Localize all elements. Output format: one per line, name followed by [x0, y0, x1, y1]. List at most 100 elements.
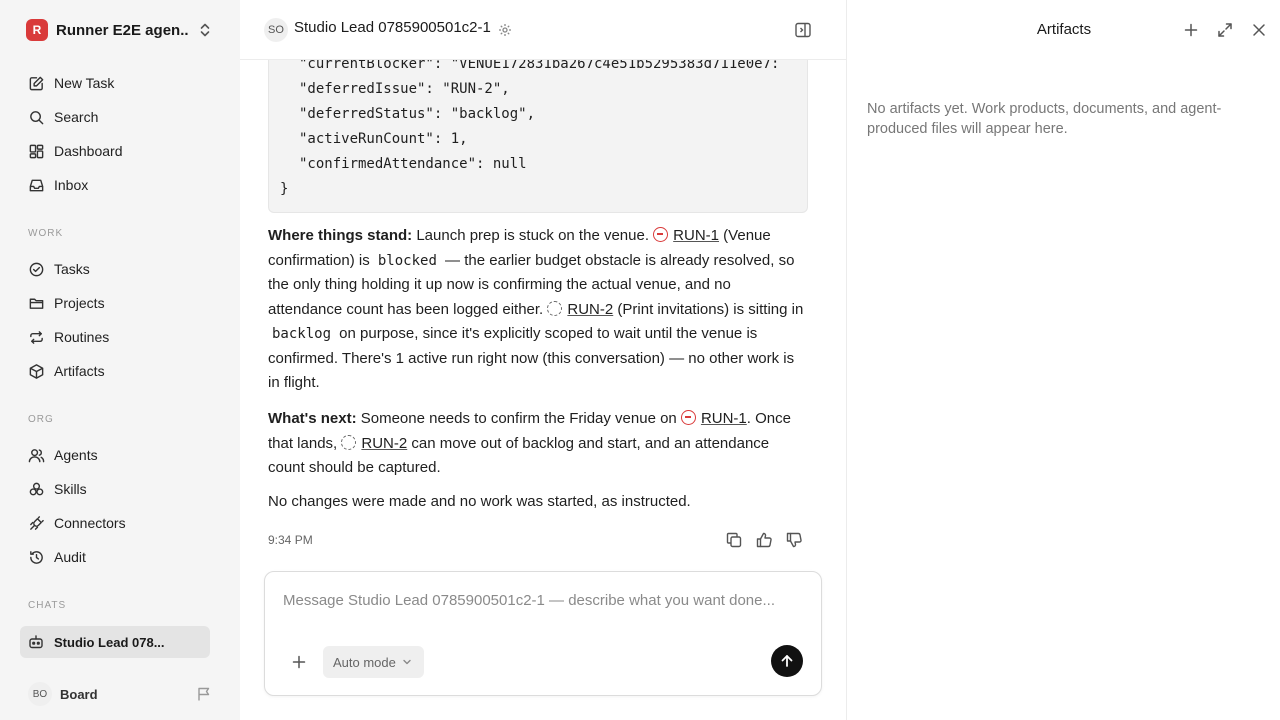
code-line: "activeRunCount": 1,	[299, 131, 468, 147]
plus-icon[interactable]	[289, 652, 309, 672]
run-2-link[interactable]: RUN-2	[567, 301, 613, 318]
chat-item-label: Studio Lead 078...	[54, 634, 165, 650]
toggle-panel-icon[interactable]	[794, 21, 812, 39]
chat-item[interactable]: Studio Lead 078...	[20, 626, 210, 658]
nav-item-agents[interactable]: Agents	[20, 438, 220, 472]
artifacts-panel: Artifacts No artifacts yet. Work product…	[846, 0, 1280, 720]
inline-code: blocked	[373, 252, 441, 269]
run-1-link[interactable]: RUN-1	[701, 410, 747, 427]
workspace-name: Runner E2E agen...	[56, 21, 188, 39]
nav-item-routines[interactable]: Routines	[20, 320, 220, 354]
code-line: "deferredStatus": "backlog",	[299, 106, 536, 122]
board-label: Board	[60, 686, 98, 702]
empty-state-text: No artifacts yet. Work products, documen…	[867, 101, 1222, 137]
blocked-status-icon	[680, 410, 696, 425]
thumbs-up-icon[interactable]	[755, 531, 773, 549]
chevron-up-down-icon	[200, 23, 210, 37]
skills-icon	[29, 482, 44, 495]
code-line: }	[280, 181, 289, 197]
check-circle-icon	[29, 262, 44, 276]
nav-label: Connectors	[54, 515, 126, 531]
nav-item-inbox[interactable]: Inbox	[20, 168, 220, 202]
nav-item-artifacts[interactable]: Artifacts	[20, 354, 220, 388]
message-paragraph: Where things stand: Launch prep is stuck…	[268, 224, 808, 396]
copy-icon[interactable]	[725, 531, 743, 549]
message-text: Someone needs to confirm the Friday venu…	[356, 410, 681, 427]
message-paragraph: No changes were made and no work was sta…	[268, 493, 691, 510]
board-footer[interactable]: BO Board	[20, 680, 220, 708]
history-icon	[30, 550, 43, 564]
sidebar: R Runner E2E agen... New Task Search Das…	[0, 0, 240, 720]
gear-icon[interactable]	[498, 23, 512, 37]
message-text: on purpose, since it's explicitly scoped…	[268, 325, 795, 391]
chat-header: SO Studio Lead 0785900501c2-1	[240, 0, 846, 60]
backlog-status-icon	[341, 434, 357, 450]
arrow-up-icon	[781, 655, 793, 667]
paragraph-heading: Where things stand:	[268, 227, 413, 244]
mode-dropdown[interactable]: Auto mode	[323, 646, 424, 678]
paragraph-heading: What's next:	[268, 410, 357, 427]
plug-icon	[30, 515, 44, 530]
nav-label: Dashboard	[54, 143, 123, 159]
chevron-down-icon	[403, 659, 411, 665]
nav-label: Projects	[54, 295, 105, 311]
users-icon	[28, 448, 45, 462]
page-title: Studio Lead 0785900501c2-1	[294, 19, 491, 36]
message-input[interactable]	[283, 592, 803, 609]
nav-label: Routines	[54, 329, 110, 345]
dashboard-icon	[29, 144, 44, 158]
thumbs-down-icon[interactable]	[785, 531, 803, 549]
nav-label: Audit	[54, 549, 86, 565]
repeat-icon	[30, 330, 43, 344]
expand-icon[interactable]	[1216, 21, 1234, 39]
nav-label: Skills	[54, 481, 87, 497]
search-icon	[30, 110, 44, 124]
nav-label: Tasks	[54, 261, 90, 277]
agent-avatar: SO	[264, 18, 288, 42]
nav-label: New Task	[54, 75, 115, 91]
nav-item-connectors[interactable]: Connectors	[20, 506, 220, 540]
nav-item-new-task[interactable]: New Task	[20, 66, 220, 100]
nav-item-tasks[interactable]: Tasks	[20, 252, 220, 286]
nav-label: Search	[54, 109, 99, 125]
box-icon	[29, 363, 44, 379]
chat-main: SO Studio Lead 0785900501c2-1 "currentBl…	[240, 0, 846, 720]
nav-item-projects[interactable]: Projects	[20, 286, 220, 320]
nav-item-dashboard[interactable]: Dashboard	[20, 134, 220, 168]
code-line: "deferredIssue": "RUN-2",	[299, 81, 510, 97]
folder-icon	[29, 298, 44, 309]
plus-icon[interactable]	[1182, 21, 1200, 39]
workspace-switcher[interactable]: R Runner E2E agen...	[20, 16, 220, 44]
run-2-link[interactable]: RUN-2	[361, 435, 407, 452]
nav-org: Agents Skills Connectors Audit	[20, 438, 220, 574]
nav-label: Artifacts	[54, 363, 105, 379]
nav-work: Tasks Projects Routines Artifacts	[20, 252, 220, 388]
bot-icon	[29, 635, 43, 649]
avatar: BO	[28, 682, 52, 706]
nav-item-audit[interactable]: Audit	[20, 540, 220, 574]
message-text: Launch prep is stuck on the venue.	[412, 227, 654, 244]
nav-item-search[interactable]: Search	[20, 100, 220, 134]
workspace-logo: R	[26, 19, 48, 41]
section-label-org: ORG	[28, 414, 54, 425]
message-timestamp: 9:34 PM	[268, 533, 313, 547]
blocked-status-icon	[653, 227, 669, 242]
section-label-chats: CHATS	[28, 600, 67, 611]
run-1-link[interactable]: RUN-1	[673, 227, 719, 244]
inbox-icon	[29, 179, 44, 191]
message-composer: Auto mode	[264, 571, 822, 696]
send-button[interactable]	[771, 645, 803, 677]
nav-label: Inbox	[54, 177, 89, 193]
message-paragraph: What's next: Someone needs to confirm th…	[268, 407, 808, 481]
mode-label: Auto mode	[333, 654, 396, 670]
flag-icon[interactable]	[196, 686, 212, 702]
close-icon[interactable]	[1250, 21, 1268, 39]
section-label-work: WORK	[28, 228, 64, 239]
nav-item-skills[interactable]: Skills	[20, 472, 220, 506]
code-line: "confirmedAttendance": null	[299, 156, 527, 172]
message-text: (Print invitations) is sitting in	[613, 300, 804, 318]
backlog-status-icon	[547, 300, 563, 316]
edit-icon	[29, 76, 44, 90]
code-block: "currentBlocker": "VENUE172831ba267c4e51…	[268, 40, 808, 213]
nav-main: New Task Search Dashboard Inbox	[20, 66, 220, 202]
